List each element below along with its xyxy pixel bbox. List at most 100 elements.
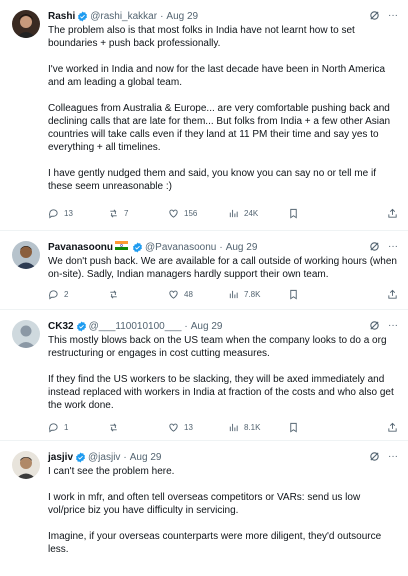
tweet-header: Pavanasoonu @Pavanasoonu · Aug 29 xyxy=(48,241,398,254)
bookmark-button[interactable] xyxy=(288,289,306,300)
avatar[interactable] xyxy=(12,10,40,38)
bookmark-icon xyxy=(290,289,297,300)
views-button[interactable]: 24K xyxy=(228,208,288,219)
reply-button[interactable]: 1 xyxy=(48,422,108,433)
tweet-ck32[interactable]: CK32 @___110010100___ · Aug 29 ··· This … xyxy=(0,310,408,441)
paragraph: I've worked in India and now for the las… xyxy=(48,64,386,88)
grok-icon[interactable] xyxy=(369,241,380,256)
bookmark-button[interactable] xyxy=(288,422,306,433)
share-button[interactable] xyxy=(387,422,398,433)
tweet-header: jasjiv @jasjiv · Aug 29 xyxy=(48,451,398,464)
tweet-pavanasoonu[interactable]: Pavanasoonu @Pavanasoonu · Aug 29 ··· We… xyxy=(0,231,408,310)
paragraph: Imagine, if your overseas counterparts w… xyxy=(48,531,382,555)
like-icon xyxy=(169,423,178,432)
user-handle[interactable]: @___110010100___ xyxy=(89,320,182,333)
grok-icon[interactable] xyxy=(369,451,380,466)
timestamp[interactable]: Aug 29 xyxy=(226,241,258,254)
user-handle[interactable]: @jasjiv xyxy=(88,451,120,464)
timestamp[interactable]: Aug 29 xyxy=(130,451,162,464)
reply-button[interactable]: 2 xyxy=(48,289,108,300)
verified-badge-icon xyxy=(77,11,88,22)
like-button[interactable]: 156 xyxy=(168,208,228,219)
more-icon[interactable]: ··· xyxy=(388,320,398,335)
tweet-rashi[interactable]: Rashi @rashi_kakkar · Aug 29 ··· The pro… xyxy=(0,0,408,231)
separator-dot: · xyxy=(184,321,188,332)
tweet-text: This mostly blows back on the US team wh… xyxy=(48,334,398,412)
views-button[interactable]: 7.8K xyxy=(228,289,288,300)
header-actions: ··· xyxy=(369,10,398,25)
views-icon xyxy=(229,209,238,218)
header-actions: ··· xyxy=(369,451,398,466)
reply-count: 1 xyxy=(64,423,69,432)
tweet-header: Rashi @rashi_kakkar · Aug 29 xyxy=(48,10,398,23)
user-handle[interactable]: @rashi_kakkar xyxy=(90,10,157,23)
timestamp[interactable]: Aug 29 xyxy=(191,320,223,333)
like-icon xyxy=(169,290,178,299)
verified-badge-icon xyxy=(132,242,143,253)
repost-button[interactable] xyxy=(108,422,168,433)
india-flag-icon xyxy=(115,241,129,254)
repost-icon xyxy=(110,290,117,299)
avatar[interactable] xyxy=(12,451,40,479)
paragraph: If they find the US workers to be slacki… xyxy=(48,374,394,411)
reply-button[interactable]: 13 xyxy=(48,208,108,219)
verified-badge-icon xyxy=(75,452,86,463)
more-icon[interactable]: ··· xyxy=(388,451,398,466)
display-name[interactable]: Rashi xyxy=(48,10,75,23)
more-icon[interactable]: ··· xyxy=(388,10,398,25)
tweet-actions: 2 48 7.8K xyxy=(48,289,398,300)
bookmark-button[interactable] xyxy=(288,208,306,219)
more-icon[interactable]: ··· xyxy=(388,241,398,256)
display-name[interactable]: Pavanasoonu xyxy=(48,241,113,254)
share-icon xyxy=(388,289,397,299)
like-button[interactable]: 13 xyxy=(168,422,228,433)
grok-icon[interactable] xyxy=(369,10,380,25)
display-name[interactable]: CK32 xyxy=(48,320,74,333)
like-button[interactable]: 48 xyxy=(168,289,228,300)
like-count: 13 xyxy=(184,423,193,432)
verified-badge-icon xyxy=(76,321,87,332)
views-button[interactable]: 8.1K xyxy=(228,422,288,433)
display-name[interactable]: jasjiv xyxy=(48,451,73,464)
bookmark-icon xyxy=(290,422,297,433)
view-count: 8.1K xyxy=(244,423,261,432)
views-icon xyxy=(229,423,238,432)
repost-button[interactable] xyxy=(108,289,168,300)
paragraph: I work in mfr, and often tell overseas c… xyxy=(48,492,361,516)
paragraph: Colleagues from Australia & Europe... ar… xyxy=(48,103,391,153)
share-button[interactable] xyxy=(387,289,398,300)
like-count: 48 xyxy=(184,290,193,299)
reply-icon xyxy=(49,423,58,433)
repost-icon xyxy=(110,423,117,432)
tweet-actions: 1 13 8.1K xyxy=(48,422,398,433)
paragraph: I can't see the problem here. xyxy=(48,466,175,477)
reply-count: 2 xyxy=(64,290,69,299)
share-icon xyxy=(388,208,397,218)
avatar[interactable] xyxy=(12,241,40,269)
timestamp[interactable]: Aug 29 xyxy=(166,10,198,23)
reply-icon xyxy=(49,209,58,219)
repost-count: 7 xyxy=(124,209,129,218)
separator-dot: · xyxy=(219,242,223,253)
separator-dot: · xyxy=(123,452,127,463)
user-handle[interactable]: @Pavanasoonu xyxy=(145,241,216,254)
avatar[interactable] xyxy=(12,320,40,348)
bookmark-icon xyxy=(290,208,297,219)
reply-icon xyxy=(49,290,58,300)
repost-button[interactable]: 7 xyxy=(108,208,168,219)
view-count: 7.8K xyxy=(244,290,261,299)
separator-dot: · xyxy=(160,11,164,22)
paragraph: We don't push back. We are available for… xyxy=(48,256,397,280)
grok-icon[interactable] xyxy=(369,320,380,335)
view-count: 24K xyxy=(244,209,259,218)
share-button[interactable] xyxy=(387,208,398,219)
header-actions: ··· xyxy=(369,320,398,335)
paragraph: I have gently nudged them and said, you … xyxy=(48,168,376,192)
reply-count: 13 xyxy=(64,209,73,218)
tweet-text: The problem also is that most folks in I… xyxy=(48,24,398,193)
share-icon xyxy=(388,422,397,432)
tweet-header: CK32 @___110010100___ · Aug 29 xyxy=(48,320,398,333)
like-count: 156 xyxy=(184,209,198,218)
paragraph: The problem also is that most folks in I… xyxy=(48,25,355,49)
tweet-jasjiv[interactable]: jasjiv @jasjiv · Aug 29 ··· I can't see … xyxy=(0,441,408,576)
